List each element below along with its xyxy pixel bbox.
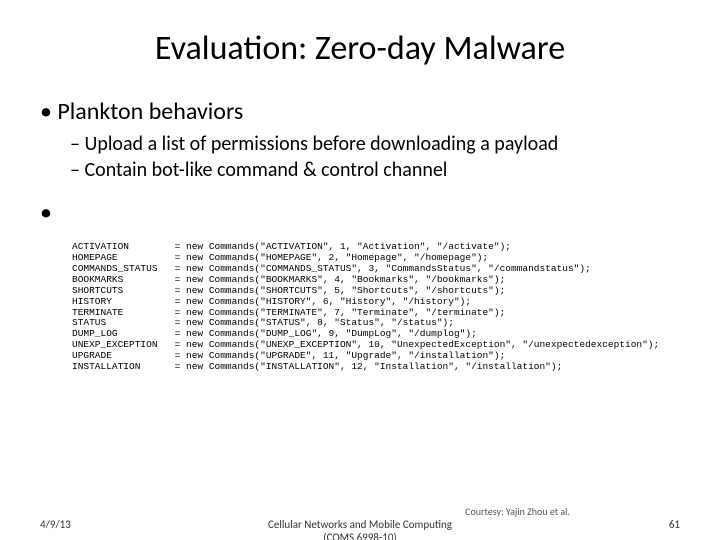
bullet-level-1: Plankton behaviors	[40, 97, 680, 126]
footer-page-number: 61	[669, 518, 680, 531]
empty-bullet	[40, 198, 680, 227]
footer-line1: Cellular Networks and Mobile Computing	[268, 518, 452, 531]
bullet-plankton: Plankton behaviors	[40, 97, 680, 126]
bullet-empty	[40, 198, 680, 227]
code-listing: ACTIVATION = new Commands("ACTIVATION", …	[72, 242, 659, 373]
slide: Evaluation: Zero-day Malware Plankton be…	[0, 0, 720, 540]
slide-title: Evaluation: Zero-day Malware	[40, 28, 680, 69]
footer-courtesy: Courtesy: Yajin Zhou et al.	[465, 505, 570, 518]
footer-line2: (COMS 6998-10)	[323, 531, 397, 540]
bullet-level-2: Upload a list of permissions before down…	[70, 132, 680, 182]
bullet-upload: Upload a list of permissions before down…	[70, 132, 680, 156]
bullet-botlike: Contain bot-like command & control chann…	[70, 158, 680, 182]
footer-center: Cellular Networks and Mobile Computing (…	[0, 518, 720, 540]
